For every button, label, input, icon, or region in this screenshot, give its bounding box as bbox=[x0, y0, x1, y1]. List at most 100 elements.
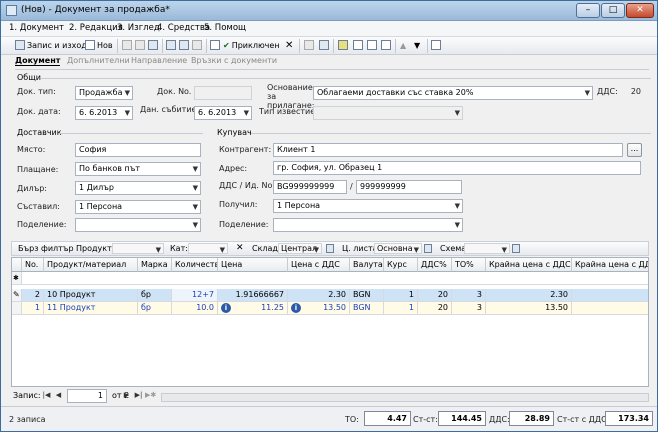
basis-select[interactable]: Облагаеми доставки със ставка 20% ▼ bbox=[313, 86, 593, 100]
scheme-select[interactable]: ▼ bbox=[464, 243, 510, 254]
received-select[interactable]: 1 Персона ▼ bbox=[273, 199, 463, 213]
minimize-button[interactable]: – bbox=[576, 3, 600, 18]
column-header[interactable]: Крайна цена с ДДС bbox=[486, 258, 572, 272]
export-button[interactable] bbox=[192, 39, 204, 52]
column-header[interactable]: Цена с ДДС bbox=[288, 258, 350, 272]
cell-no[interactable]: 2 bbox=[22, 289, 44, 302]
cell-brand[interactable]: бр bbox=[138, 289, 172, 302]
save-close-button[interactable]: Запис и изход bbox=[15, 39, 87, 52]
cell-brand[interactable]: бр bbox=[138, 302, 172, 315]
add-row-button[interactable] bbox=[353, 39, 365, 52]
insert-button[interactable] bbox=[338, 39, 350, 52]
record-number-input[interactable]: 1 bbox=[67, 389, 107, 403]
delete-row-button[interactable] bbox=[381, 39, 393, 52]
column-header[interactable]: Количество bbox=[172, 258, 218, 272]
column-header[interactable]: No. bbox=[22, 258, 44, 272]
tab-additional[interactable]: Допълнителни bbox=[67, 56, 130, 65]
print-button[interactable] bbox=[166, 39, 178, 52]
column-header[interactable]: Валута bbox=[350, 258, 384, 272]
new-row[interactable]: ✱ bbox=[12, 272, 648, 285]
menu-tools[interactable]: 4. Средства bbox=[157, 23, 210, 33]
finish-button[interactable]: ✔ Приключен bbox=[223, 39, 280, 52]
cell-vat-percent[interactable]: 20 bbox=[418, 289, 452, 302]
cell-rate[interactable]: 1 bbox=[384, 289, 418, 302]
category-filter-select[interactable]: ▼ bbox=[188, 243, 228, 254]
new-row-cells[interactable] bbox=[22, 272, 648, 285]
menu-document[interactable]: 1. Документ bbox=[9, 23, 64, 33]
cell-currency[interactable]: BGN bbox=[350, 289, 384, 302]
cell-final-price[interactable]: 2.30 bbox=[486, 289, 572, 302]
address-field[interactable]: гр. София, ул. Образец 1 bbox=[273, 161, 641, 175]
menu-view[interactable]: 3. Изглед bbox=[117, 23, 160, 33]
cell-currency[interactable]: BGN bbox=[350, 302, 384, 315]
print-preview-button[interactable] bbox=[179, 39, 191, 52]
cell-product[interactable]: 11 Продукт bbox=[44, 302, 138, 315]
copy-row-button[interactable] bbox=[367, 39, 379, 52]
paste-button[interactable] bbox=[148, 39, 160, 52]
doc-no-field[interactable] bbox=[194, 86, 252, 100]
doc-type-select[interactable]: Продажба ▼ bbox=[75, 86, 133, 100]
contractor-browse-button[interactable]: ... bbox=[627, 143, 642, 157]
product-filter-select[interactable]: ▼ bbox=[112, 243, 164, 254]
doc-date-field[interactable]: 6. 6.2013 ▼ bbox=[75, 106, 133, 120]
move-up-button[interactable]: ▲ bbox=[400, 39, 406, 52]
supplier-division-select[interactable]: ▼ bbox=[75, 218, 201, 232]
next-record-icon[interactable]: ▶ bbox=[121, 390, 132, 402]
pricelist-apply-button[interactable] bbox=[424, 244, 434, 253]
scheme-apply-button[interactable] bbox=[512, 244, 522, 253]
transfer-button[interactable] bbox=[319, 39, 331, 52]
first-record-icon[interactable]: |◀ bbox=[41, 390, 52, 402]
copy-button[interactable] bbox=[135, 39, 147, 52]
tax-date-field[interactable]: 6. 6.2013 ▼ bbox=[194, 106, 252, 120]
cell-price[interactable]: 1.91666667 bbox=[218, 289, 288, 302]
column-header[interactable]: Крайна цена с ДДС и bbox=[572, 258, 648, 272]
row-selector[interactable] bbox=[12, 302, 22, 315]
products-grid[interactable]: No. Продукт/материал Марка Количество Це… bbox=[11, 257, 649, 387]
move-down-button[interactable]: ▼ bbox=[414, 39, 420, 52]
warehouse-select[interactable]: Централ ▼ bbox=[278, 243, 322, 254]
cell-to-percent[interactable]: 3 bbox=[452, 289, 486, 302]
cancel-button[interactable]: ✕ bbox=[285, 39, 293, 52]
cell-price-vat[interactable]: i 13.50 bbox=[288, 302, 350, 315]
tab-direction[interactable]: Направление bbox=[131, 56, 187, 65]
cell-final-price-2[interactable] bbox=[572, 302, 648, 315]
tab-linked-documents[interactable]: Връзки с документи bbox=[191, 56, 277, 65]
cell-quantity[interactable]: 10.0 bbox=[172, 302, 218, 315]
horizontal-scrollbar[interactable] bbox=[161, 393, 649, 402]
table-row[interactable]: 1 11 Продукт бр 10.0 i 11.25 i 13.50 BGN 1… bbox=[12, 302, 648, 315]
contractor-field[interactable]: Клиент 1 bbox=[273, 143, 623, 157]
cell-product[interactable]: 10 Продукт bbox=[44, 289, 138, 302]
payment-select[interactable]: По банков път ▼ bbox=[75, 162, 201, 176]
info-icon[interactable]: i bbox=[291, 303, 301, 313]
clear-filter-button[interactable]: ✕ bbox=[236, 243, 244, 253]
cell-rate[interactable]: 1 bbox=[384, 302, 418, 315]
place-field[interactable]: София bbox=[75, 143, 201, 157]
buyer-division-select[interactable]: ▼ bbox=[273, 218, 463, 232]
cell-price-vat[interactable]: 2.30 bbox=[288, 289, 350, 302]
cell-final-price[interactable]: 13.50 bbox=[486, 302, 572, 315]
warehouse-refresh-button[interactable] bbox=[326, 244, 336, 253]
prev-record-icon[interactable]: ◀ bbox=[53, 390, 64, 402]
info-icon[interactable]: i bbox=[221, 303, 231, 313]
cell-no[interactable]: 1 bbox=[22, 302, 44, 315]
column-header[interactable]: Продукт/материал bbox=[44, 258, 138, 272]
menu-edit[interactable]: 2. Редакция bbox=[69, 23, 123, 33]
last-record-icon[interactable]: ▶| bbox=[133, 390, 144, 402]
edit-note-button[interactable] bbox=[210, 39, 222, 52]
cell-price[interactable]: i 11.25 bbox=[218, 302, 288, 315]
column-header[interactable]: Курс bbox=[384, 258, 418, 272]
cell-vat-percent[interactable]: 20 bbox=[418, 302, 452, 315]
close-button[interactable]: ✕ bbox=[626, 3, 654, 18]
column-header[interactable]: ДДС% bbox=[418, 258, 452, 272]
column-header[interactable]: Марка bbox=[138, 258, 172, 272]
dealer-select[interactable]: 1 Дилър ▼ bbox=[75, 181, 201, 195]
menu-help[interactable]: 5. Помощ bbox=[204, 23, 246, 33]
cell-final-price-2[interactable] bbox=[572, 289, 648, 302]
column-header[interactable]: ТО% bbox=[452, 258, 486, 272]
id-number-field[interactable]: 999999999 bbox=[356, 180, 462, 194]
pricelist-select[interactable]: Основна ▼ bbox=[374, 243, 422, 254]
tab-document[interactable]: Документ bbox=[15, 56, 61, 66]
cell-to-percent[interactable]: 3 bbox=[452, 302, 486, 315]
column-header[interactable]: Цена bbox=[218, 258, 288, 272]
cell-quantity[interactable]: 12+7 bbox=[172, 289, 218, 302]
